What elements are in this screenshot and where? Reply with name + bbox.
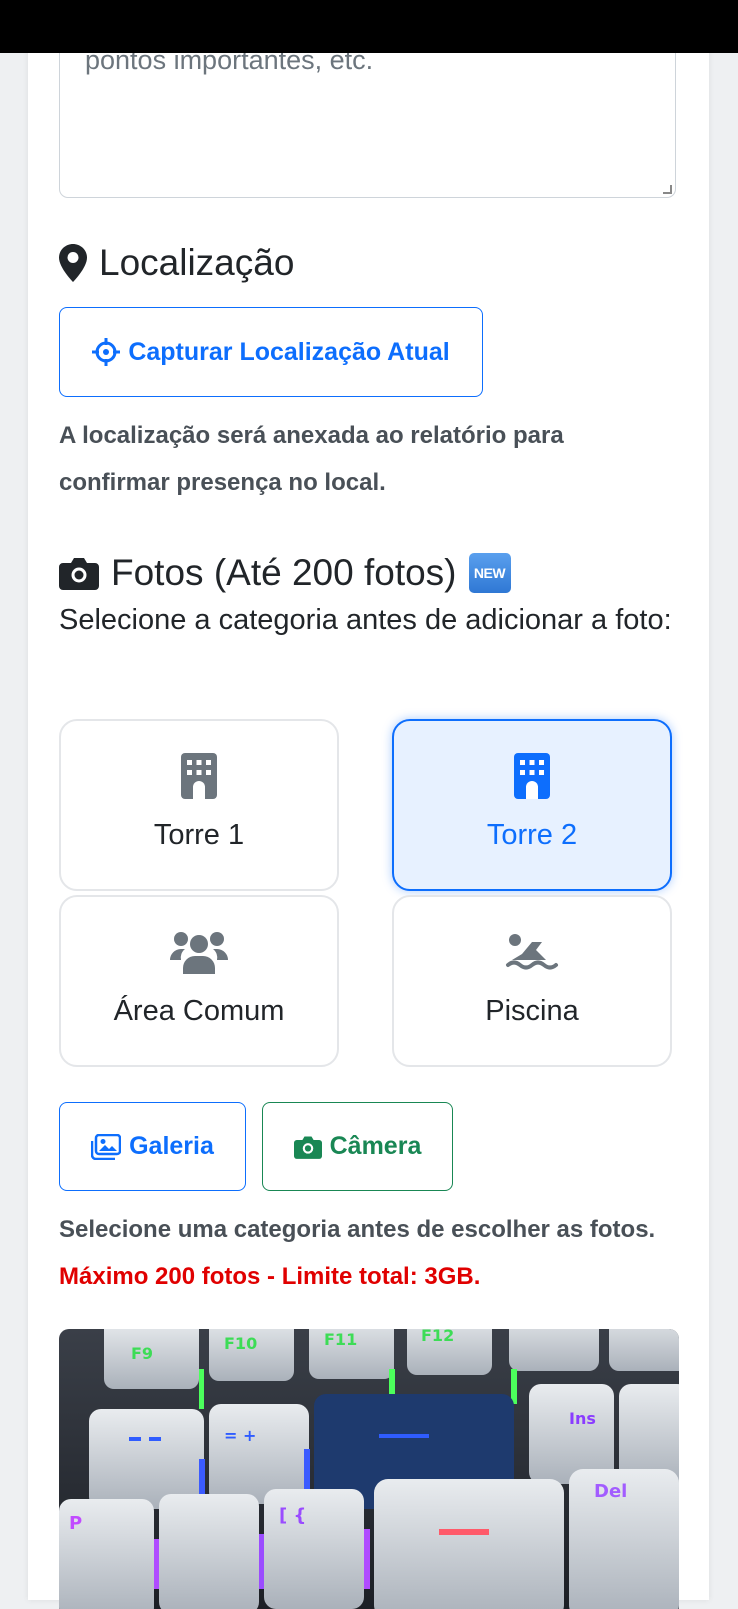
camera-icon	[293, 1135, 322, 1159]
category-label: Área Comum	[113, 995, 285, 1027]
gallery-label: Galeria	[129, 1132, 214, 1160]
photos-help-main: Selecione uma categoria antes de escolhe…	[59, 1216, 656, 1243]
keycap-f9: F9	[131, 1344, 153, 1363]
location-help-text: A localização será anexada ao relatório …	[59, 422, 564, 496]
resize-handle[interactable]	[663, 185, 672, 194]
users-icon	[170, 929, 228, 975]
category-area-comum[interactable]: Área Comum	[59, 895, 339, 1067]
crosshairs-icon	[92, 338, 121, 366]
category-torre-2[interactable]: Torre 2	[392, 719, 672, 891]
map-marker-icon	[59, 244, 87, 282]
category-instruction: Selecione a categoria antes de adicionar…	[59, 604, 672, 636]
svg-text:P: P	[69, 1513, 82, 1534]
keycap-del: Del	[594, 1481, 627, 1502]
keycap-ins: Ins	[569, 1409, 596, 1428]
capture-location-button[interactable]: Capturar Localização Atual	[59, 307, 483, 397]
images-icon	[91, 1133, 122, 1160]
category-torre-1[interactable]: Torre 1	[59, 719, 339, 891]
building-icon	[514, 753, 550, 799]
swimmer-icon	[504, 929, 560, 975]
photos-title-text: Fotos (Até 200 fotos)	[111, 552, 457, 593]
location-title-text: Localização	[99, 242, 295, 283]
photo-thumbnail[interactable]: F9 F10 F11 F12 = + Ins P [ { Del	[59, 1329, 679, 1609]
camera-label: Câmera	[329, 1132, 422, 1160]
photos-limit-text: Máximo 200 fotos - Limite total: 3GB.	[59, 1263, 481, 1290]
camera-button[interactable]: Câmera	[262, 1102, 453, 1191]
new-badge: NEW	[468, 553, 511, 593]
gallery-button[interactable]: Galeria	[59, 1102, 246, 1191]
category-label: Torre 2	[486, 819, 578, 851]
building-icon	[181, 753, 217, 799]
camera-icon	[59, 556, 99, 590]
keycap-f12: F12	[421, 1329, 454, 1345]
svg-text:[ {: [ {	[279, 1505, 306, 1526]
category-label: Piscina	[485, 995, 579, 1027]
location-title: Localização	[59, 242, 294, 284]
photos-help-text: Selecione uma categoria antes de escolhe…	[59, 1206, 659, 1300]
category-label: Torre 1	[153, 819, 245, 851]
category-piscina[interactable]: Piscina	[392, 895, 672, 1067]
keycap-f11: F11	[324, 1330, 357, 1349]
capture-location-label: Capturar Localização Atual	[128, 337, 450, 366]
photos-title: Fotos (Até 200 fotos) NEW	[59, 552, 511, 594]
status-bar	[0, 0, 738, 53]
keycap-f10: F10	[224, 1334, 257, 1353]
svg-text:= +: = +	[224, 1426, 256, 1445]
